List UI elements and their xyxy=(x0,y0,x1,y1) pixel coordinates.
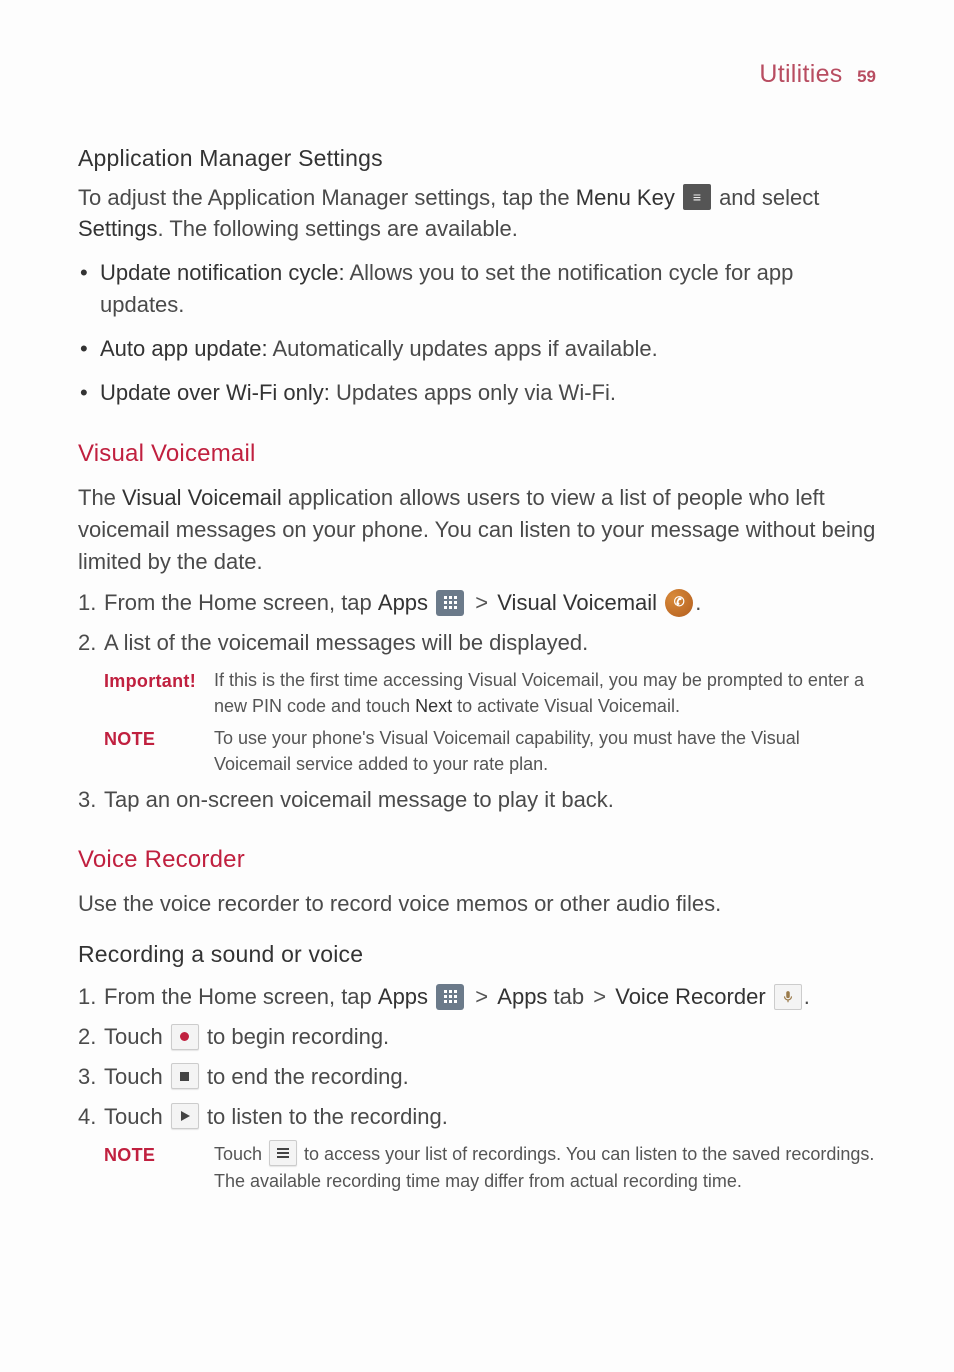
chevron-right: > xyxy=(593,984,606,1009)
text: The xyxy=(78,485,122,510)
page-number: 59 xyxy=(857,67,876,86)
visual-voicemail-icon: ✆ xyxy=(665,589,693,617)
text: . The following settings are available. xyxy=(158,216,518,241)
vvm-bold: Visual Voicemail xyxy=(122,485,282,510)
text: A list of the voicemail messages will be… xyxy=(104,630,588,655)
text: to end the recording. xyxy=(201,1064,409,1089)
step-number: 1. xyxy=(78,981,96,1013)
visual-voicemail-title: Visual Voicemail xyxy=(78,437,876,472)
text: to listen to the recording. xyxy=(201,1104,448,1129)
vvm-intro: The Visual Voicemail application allows … xyxy=(78,482,876,578)
list-icon xyxy=(269,1140,297,1166)
vvm-important-row: Important! If this is the first time acc… xyxy=(78,667,876,719)
step-number: 4. xyxy=(78,1101,96,1133)
apps-label: Apps xyxy=(378,590,428,615)
vvm-step-3: 3. Tap an on-screen voicemail message to… xyxy=(78,784,876,816)
vr-step-1: 1. From the Home screen, tap Apps > Apps… xyxy=(78,981,876,1013)
text: to begin recording. xyxy=(201,1024,389,1049)
important-label: Important! xyxy=(104,667,214,719)
vr-note-row: NOTE Touch to access your list of record… xyxy=(78,1141,876,1194)
vvm-steps: 1. From the Home screen, tap Apps > Visu… xyxy=(78,587,876,815)
bullet-auto-update: Auto app update: Automatically updates a… xyxy=(78,333,876,365)
vvm-step-1: 1. From the Home screen, tap Apps > Visu… xyxy=(78,587,876,619)
text: to activate Visual Voicemail. xyxy=(452,696,680,716)
bullet-text: Updates apps only via Wi-Fi. xyxy=(330,380,616,405)
stop-icon xyxy=(171,1063,199,1089)
text: Touch xyxy=(214,1144,267,1164)
vr-step-3: 3. Touch to end the recording. xyxy=(78,1061,876,1093)
chevron-right: > xyxy=(475,590,488,615)
important-text: If this is the first time accessing Visu… xyxy=(214,667,876,719)
text: to access your list of recordings. You c… xyxy=(214,1144,874,1191)
header-title: Utilities xyxy=(759,60,842,88)
step-number: 3. xyxy=(78,784,96,816)
text: From the Home screen, tap xyxy=(104,984,378,1009)
text: Touch xyxy=(104,1024,169,1049)
page-header: Utilities 59 xyxy=(78,56,876,92)
vr-step-2: 2. Touch to begin recording. xyxy=(78,1021,876,1053)
vr-steps: 1. From the Home screen, tap Apps > Apps… xyxy=(78,981,876,1194)
bullet-wifi-only: Update over Wi-Fi only: Updates apps onl… xyxy=(78,377,876,409)
recording-heading: Recording a sound or voice xyxy=(78,938,876,971)
bullet-update-cycle: Update notification cycle: Allows you to… xyxy=(78,257,876,321)
note-text: To use your phone's Visual Voicemail cap… xyxy=(214,725,876,777)
tab-word: tab xyxy=(547,984,590,1009)
text: Touch xyxy=(104,1064,169,1089)
step-number: 2. xyxy=(78,1021,96,1053)
settings-label: Settings xyxy=(78,216,158,241)
menu-key-label: Menu Key xyxy=(576,185,675,210)
menu-key-icon: ≡ xyxy=(683,184,711,210)
vvm-step-2: 2. A list of the voicemail messages will… xyxy=(78,627,876,659)
bullet-label: Update over Wi-Fi only: xyxy=(100,380,330,405)
vr-label: Voice Recorder xyxy=(615,984,765,1009)
note-label: NOTE xyxy=(104,1141,214,1194)
step-number: 3. xyxy=(78,1061,96,1093)
chevron-right: > xyxy=(475,984,488,1009)
text: From the Home screen, tap xyxy=(104,590,378,615)
app-manager-bullets: Update notification cycle: Allows you to… xyxy=(78,257,876,409)
apps-icon xyxy=(436,590,464,616)
apps-tab-label: Apps xyxy=(497,984,547,1009)
apps-icon xyxy=(436,984,464,1010)
text: Touch xyxy=(104,1104,169,1129)
bullet-label: Update notification cycle: xyxy=(100,260,345,285)
bullet-text: Automatically updates apps if available. xyxy=(268,336,658,361)
step-number: 1. xyxy=(78,587,96,619)
step-number: 2. xyxy=(78,627,96,659)
vr-step-4: 4. Touch to listen to the recording. xyxy=(78,1101,876,1133)
vr-intro: Use the voice recorder to record voice m… xyxy=(78,888,876,920)
text: and select xyxy=(713,185,819,210)
voice-recorder-title: Voice Recorder xyxy=(78,843,876,878)
bullet-label: Auto app update: xyxy=(100,336,268,361)
vvm-label: Visual Voicemail xyxy=(497,590,657,615)
voice-recorder-icon xyxy=(774,984,802,1010)
record-icon xyxy=(171,1024,199,1050)
note-text: Touch to access your list of recordings.… xyxy=(214,1141,876,1194)
text: . xyxy=(695,590,701,615)
text: Tap an on-screen voicemail message to pl… xyxy=(104,787,614,812)
vvm-note-row: NOTE To use your phone's Visual Voicemai… xyxy=(78,725,876,777)
text: . xyxy=(804,984,810,1009)
next-label: Next xyxy=(415,696,452,716)
text: To adjust the Application Manager settin… xyxy=(78,185,576,210)
app-manager-intro: To adjust the Application Manager settin… xyxy=(78,182,876,246)
apps-label: Apps xyxy=(378,984,428,1009)
app-manager-heading: Application Manager Settings xyxy=(78,142,876,175)
note-label: NOTE xyxy=(104,725,214,777)
play-icon xyxy=(171,1103,199,1129)
